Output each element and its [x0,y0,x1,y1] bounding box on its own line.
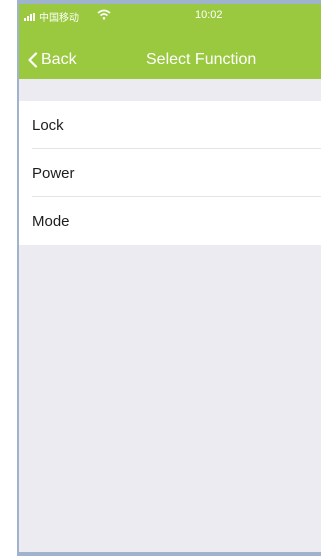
list-item-label: Mode [32,212,70,230]
back-button[interactable]: Back [27,48,77,72]
back-button-label: Back [41,51,77,68]
carrier-label: 中国移动 [39,13,79,24]
function-list: Lock Power Mode [19,101,321,245]
list-item-mode[interactable]: Mode [19,197,321,245]
list-item-label: Lock [32,116,64,134]
header-bar: 中国移动 10:02 Back Select Function [19,4,321,79]
page-title: Select Function [146,51,257,68]
status-bar: 中国移动 10:02 [19,4,321,26]
list-item-label: Power [32,164,75,182]
wifi-icon [97,9,111,20]
list-item-lock[interactable]: Lock [19,101,321,149]
list-item-power[interactable]: Power [19,149,321,197]
status-time: 10:02 [195,9,223,21]
chevron-left-icon [28,52,38,68]
app-screen: 中国移动 10:02 Back Select Function Lock Pow… [17,0,321,556]
signal-bars-icon [24,13,38,21]
